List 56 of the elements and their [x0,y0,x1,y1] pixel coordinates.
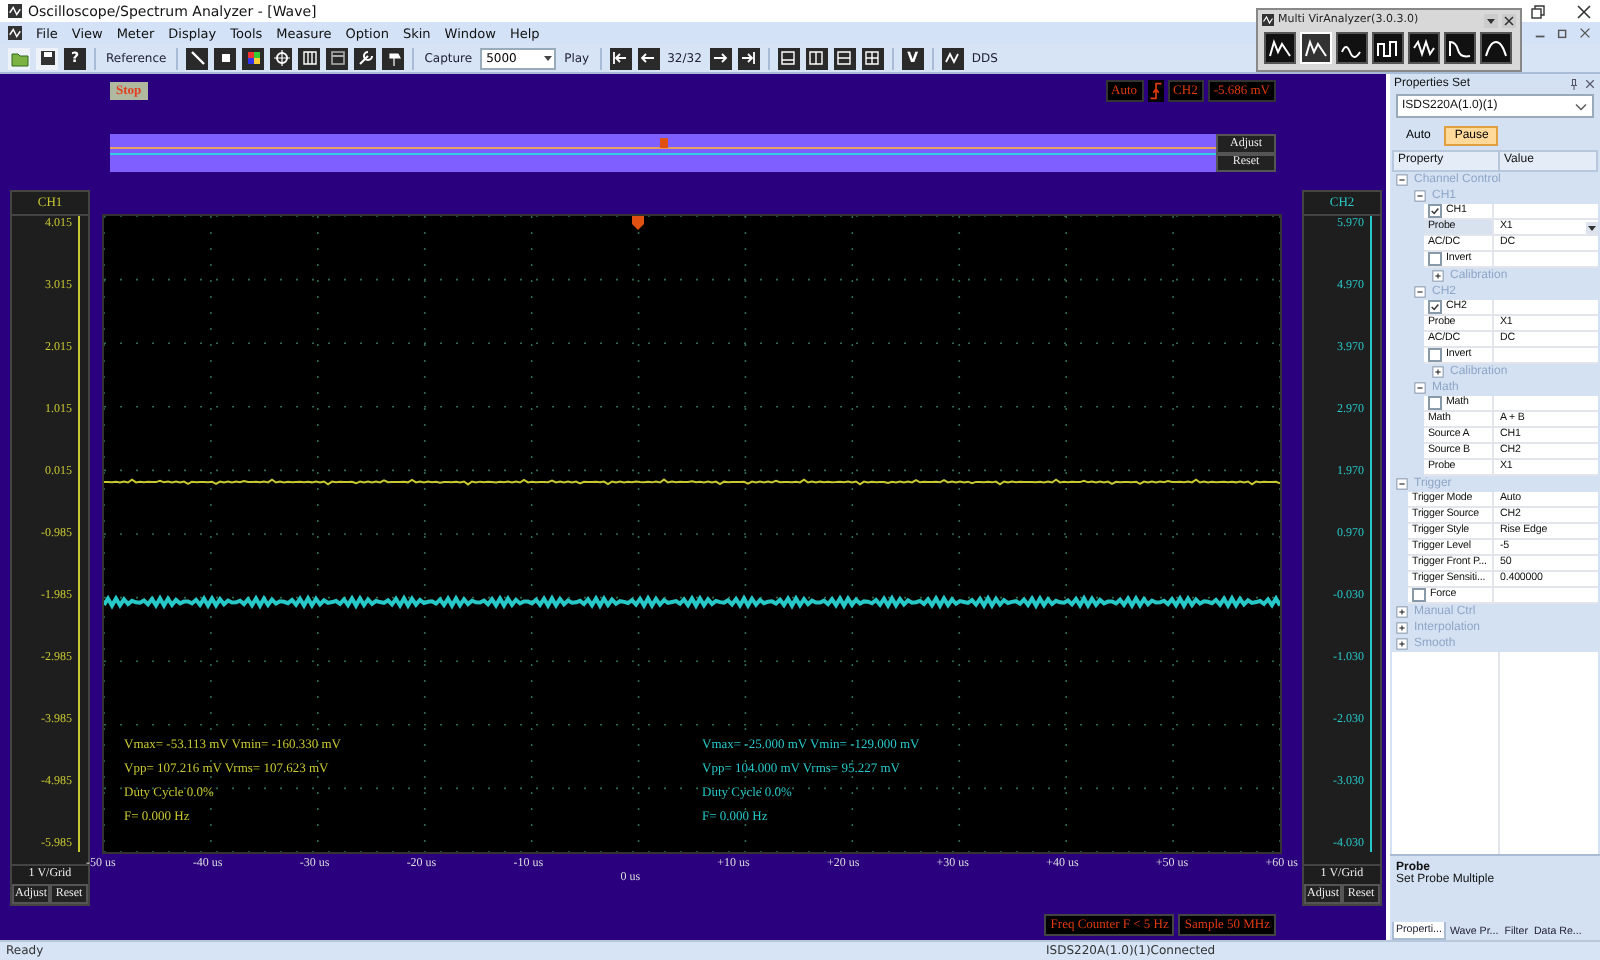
skip-first-icon[interactable] [609,47,632,69]
restore-icon[interactable] [1556,26,1570,40]
waveform-tool-icon[interactable] [1372,32,1404,64]
collapse-icon[interactable] [1414,382,1426,394]
collapse-icon[interactable] [1396,478,1408,490]
trigger-marker-icon [632,216,644,230]
columns-icon[interactable] [298,47,321,69]
folder-icon[interactable] [8,47,30,69]
collapse-icon[interactable] [1414,190,1426,202]
expand-icon[interactable] [1432,270,1444,282]
app-icon [1262,14,1274,26]
dropdown-arrow-icon[interactable] [1586,221,1598,233]
waveform-tool-icon[interactable] [1480,32,1512,64]
arrow-left-icon[interactable] [637,47,660,69]
skip-last-icon[interactable] [737,47,760,69]
expand-icon[interactable] [1396,606,1408,618]
expand-icon[interactable] [1432,366,1444,378]
split-columns-icon[interactable] [805,47,828,69]
expand-icon[interactable] [1396,622,1408,634]
rising-edge-icon [1147,79,1164,101]
pointer-icon[interactable] [186,47,209,69]
grid-layout-icon[interactable] [861,47,884,69]
checkbox[interactable] [1428,348,1442,362]
checkbox[interactable] [1428,252,1442,266]
stop-icon[interactable] [214,47,237,69]
panel-icon[interactable] [777,47,800,69]
waveform-tool-icon[interactable] [1264,32,1296,64]
checkbox[interactable] [1428,204,1442,218]
chevron-down-icon[interactable] [1574,101,1588,111]
app-icon[interactable] [8,26,22,40]
waveform-tool-icon[interactable] [1444,32,1476,64]
color-grid-icon[interactable] [242,47,265,69]
close-icon[interactable] [1576,3,1592,19]
waveform-tool-icon[interactable] [1336,32,1368,64]
caret-icon[interactable] [542,52,555,64]
waveform-tool-icon[interactable] [1408,32,1440,64]
expand-icon[interactable] [1396,638,1408,650]
collapse-icon[interactable] [1396,174,1408,186]
save-icon[interactable] [36,47,58,69]
checkbox[interactable] [1428,396,1442,410]
pin-icon[interactable] [1568,77,1580,89]
wrench-icon[interactable] [354,47,377,69]
dropdown-icon[interactable] [1484,13,1498,27]
checkbox[interactable] [1412,588,1426,602]
arrow-right-icon[interactable] [709,47,732,69]
close-icon[interactable] [1578,26,1592,40]
hammer-icon[interactable] [382,47,405,69]
close-icon[interactable] [1502,13,1516,27]
restore-icon[interactable] [1530,3,1546,19]
window-icon[interactable] [326,47,349,69]
dds-icon[interactable] [941,47,964,69]
close-icon[interactable] [1584,77,1596,89]
checkbox[interactable] [1428,300,1442,314]
split-rows-icon[interactable] [833,47,856,69]
collapse-icon[interactable] [1414,286,1426,298]
crosshair-icon[interactable] [270,47,293,69]
